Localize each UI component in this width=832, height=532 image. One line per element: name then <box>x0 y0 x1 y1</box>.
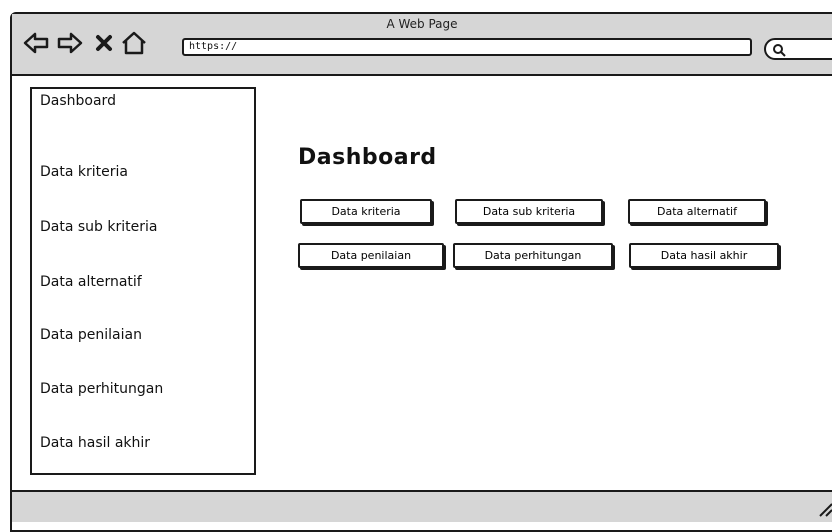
sidebar-item-data-alternatif[interactable]: Data alternatif <box>40 274 142 290</box>
home-icon[interactable] <box>120 30 148 56</box>
data-kriteria-button[interactable]: Data kriteria <box>300 199 432 224</box>
page-content: Dashboard Data kriteria Data sub kriteri… <box>12 76 832 490</box>
search-input[interactable] <box>764 38 832 60</box>
browser-toolbar: A Web Page https:// <box>12 14 832 76</box>
back-arrow-icon[interactable] <box>22 30 50 56</box>
page-title: Dashboard <box>298 145 437 170</box>
sidebar-item-dashboard[interactable]: Dashboard <box>40 93 116 109</box>
data-alternatif-button[interactable]: Data alternatif <box>628 199 766 224</box>
sidebar-item-data-penilaian[interactable]: Data penilaian <box>40 327 142 343</box>
close-icon[interactable] <box>92 30 116 56</box>
sidebar-item-data-perhitungan[interactable]: Data perhitungan <box>40 381 163 397</box>
forward-arrow-icon[interactable] <box>56 30 84 56</box>
status-bar <box>12 490 832 522</box>
data-penilaian-button[interactable]: Data penilaian <box>298 243 444 268</box>
data-sub-kriteria-button[interactable]: Data sub kriteria <box>455 199 603 224</box>
address-bar[interactable]: https:// <box>182 38 752 56</box>
resize-grip-icon[interactable] <box>818 502 832 518</box>
window-title: A Web Page <box>386 17 458 31</box>
sidebar: Dashboard Data kriteria Data sub kriteri… <box>30 87 256 475</box>
search-icon <box>772 42 786 57</box>
sidebar-item-data-kriteria[interactable]: Data kriteria <box>40 164 128 180</box>
data-perhitungan-button[interactable]: Data perhitungan <box>453 243 613 268</box>
data-hasil-akhir-button[interactable]: Data hasil akhir <box>629 243 779 268</box>
sidebar-item-data-hasil-akhir[interactable]: Data hasil akhir <box>40 435 150 451</box>
sidebar-item-data-sub-kriteria[interactable]: Data sub kriteria <box>40 219 157 235</box>
browser-window: A Web Page https:// Dashboard Data krite… <box>10 12 832 532</box>
